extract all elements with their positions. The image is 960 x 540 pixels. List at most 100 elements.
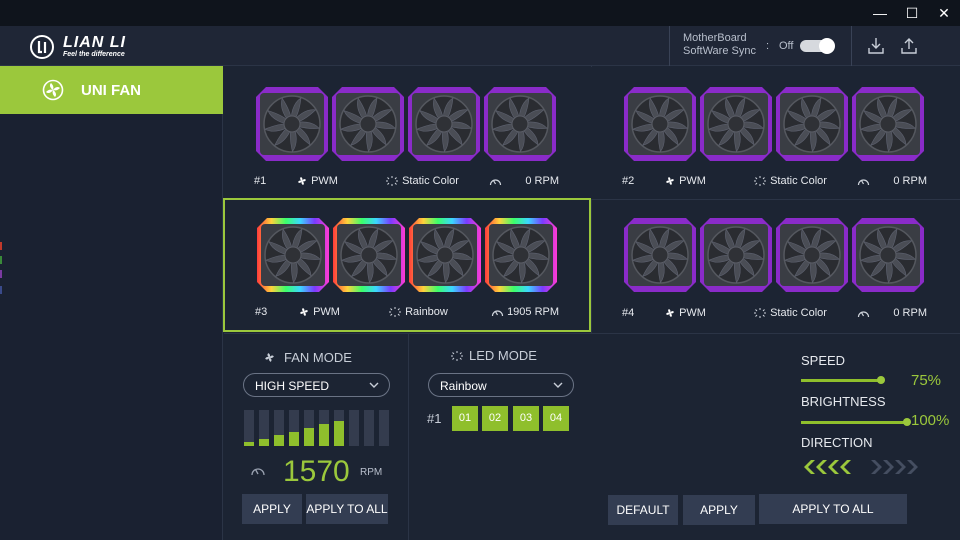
fan-curve-bar[interactable] bbox=[364, 410, 374, 446]
minimize-button[interactable]: — bbox=[870, 3, 890, 23]
led-mode-title-text: LED MODE bbox=[469, 348, 537, 363]
led-apply-all-button[interactable]: APPLY TO ALL bbox=[759, 494, 907, 524]
group-rpm bbox=[857, 307, 870, 319]
grid-divider bbox=[224, 333, 960, 334]
brightness-slider-handle[interactable] bbox=[903, 418, 911, 426]
fan-group-1[interactable]: #1 PWM Static Color 0 RPM bbox=[224, 67, 592, 199]
group-led-mode: Static Color bbox=[753, 307, 827, 319]
fan-unit bbox=[485, 218, 557, 292]
zone-button-04[interactable]: 04 bbox=[543, 406, 569, 431]
edge-mark bbox=[0, 286, 2, 294]
sidebar-item-uni-fan[interactable]: UNI FAN bbox=[0, 66, 223, 114]
fan-mode-dropdown[interactable]: HIGH SPEED bbox=[243, 373, 390, 397]
zone-button-01[interactable]: 01 bbox=[452, 406, 478, 431]
fan-group-3[interactable]: #3 PWM Rainbow 1905 RPM bbox=[223, 198, 591, 332]
speedometer-icon bbox=[251, 468, 265, 476]
fan-4 bbox=[850, 85, 926, 163]
fan-unit bbox=[409, 218, 481, 292]
fan-unit bbox=[776, 218, 848, 292]
fan-1 bbox=[255, 216, 331, 294]
brightness-slider-track[interactable] bbox=[801, 421, 907, 424]
fan-icon bbox=[42, 79, 64, 101]
fan-3 bbox=[406, 85, 482, 163]
fan-apply-button[interactable]: APPLY bbox=[242, 494, 302, 524]
group-fan-mode: PWM bbox=[664, 175, 706, 187]
led-mode-text: Static Color bbox=[770, 307, 827, 319]
led-apply-button[interactable]: APPLY bbox=[683, 495, 755, 525]
zone-button-03[interactable]: 03 bbox=[513, 406, 539, 431]
fan-unit bbox=[408, 87, 480, 161]
sync-colon: : bbox=[766, 40, 770, 52]
fan-group-2[interactable]: #2 PWM Static Color 0 RPM bbox=[592, 67, 960, 199]
fan-mode-text: PWM bbox=[679, 307, 706, 319]
direction-left-arrows-icon[interactable] bbox=[801, 459, 857, 475]
edge-mark bbox=[0, 270, 2, 278]
fan-unit bbox=[333, 218, 405, 292]
fan-1 bbox=[622, 216, 698, 294]
fan-curve-bars[interactable] bbox=[244, 410, 390, 446]
led-icon bbox=[754, 308, 766, 319]
brightness-value: 100% bbox=[911, 412, 950, 429]
fan-mode-icon bbox=[300, 308, 308, 317]
led-icon bbox=[386, 176, 398, 187]
app-header: LIAN LI Feel the difference MotherBoard … bbox=[0, 26, 960, 66]
led-default-button[interactable]: DEFAULT bbox=[608, 495, 678, 525]
fan-curve-bar-fill bbox=[274, 435, 284, 446]
fan-rpm-value: 1570 bbox=[283, 455, 350, 488]
fan-curve-bar-fill bbox=[304, 428, 314, 446]
group-fan-mode: PWM bbox=[298, 306, 340, 318]
sync-state-text: Off bbox=[779, 40, 794, 52]
lian-li-logo-icon bbox=[30, 35, 54, 59]
fan-mode-title: FAN MODE bbox=[263, 350, 352, 365]
fan-curve-bar[interactable] bbox=[349, 410, 359, 446]
speed-slider-handle[interactable] bbox=[877, 376, 885, 384]
fan-icon bbox=[265, 353, 274, 362]
fan-curve-bar[interactable] bbox=[379, 410, 389, 446]
edge-mark bbox=[0, 256, 2, 264]
led-icon bbox=[754, 176, 766, 187]
fan-unit bbox=[852, 218, 924, 292]
fan-unit bbox=[256, 87, 328, 161]
fan-curve-bar-fill bbox=[289, 432, 299, 446]
fan-mode-text: PWM bbox=[679, 175, 706, 187]
chevron-down-icon bbox=[553, 382, 563, 388]
group-led-mode: Rainbow bbox=[388, 306, 448, 318]
rpm-text: 0 RPM bbox=[525, 175, 559, 187]
fan-apply-all-button[interactable]: APPLY TO ALL bbox=[306, 494, 388, 524]
fan-3 bbox=[407, 216, 483, 294]
fan-3 bbox=[774, 85, 850, 163]
led-mode-text: Static Color bbox=[770, 175, 827, 187]
toggle-knob bbox=[819, 38, 835, 54]
sync-label-line1: MotherBoard bbox=[683, 32, 747, 44]
sidebar-item-label: UNI FAN bbox=[81, 82, 141, 99]
fan-array bbox=[622, 85, 928, 163]
motherboard-sync-toggle[interactable] bbox=[800, 38, 835, 54]
download-icon[interactable] bbox=[866, 36, 886, 56]
led-mode-dropdown[interactable]: Rainbow bbox=[428, 373, 574, 397]
fan-rpm-unit: RPM bbox=[360, 467, 383, 478]
close-button[interactable]: ✕ bbox=[934, 3, 954, 23]
fan-unit bbox=[624, 87, 696, 161]
direction-right-arrows-icon[interactable] bbox=[869, 459, 925, 475]
fan-array bbox=[254, 85, 560, 163]
group-rpm: 1905 RPM bbox=[491, 306, 559, 318]
led-mode-text: Rainbow bbox=[405, 306, 448, 318]
fan-unit bbox=[776, 87, 848, 161]
fan-1 bbox=[622, 85, 698, 163]
group-led-mode: Static Color bbox=[753, 175, 827, 187]
group-id: #2 bbox=[622, 175, 635, 187]
fan-4 bbox=[483, 216, 559, 294]
rpm-text: 0 RPM bbox=[893, 307, 927, 319]
upload-icon[interactable] bbox=[899, 36, 919, 56]
maximize-button[interactable]: ☐ bbox=[902, 3, 922, 23]
zone-button-02[interactable]: 02 bbox=[482, 406, 508, 431]
fan-curve-bar-fill bbox=[334, 421, 344, 446]
led-icon bbox=[389, 307, 401, 318]
group-fan-mode: PWM bbox=[296, 175, 338, 187]
rpm-text: 1905 RPM bbox=[507, 306, 560, 318]
fan-group-4[interactable]: #4 PWM Static Color 0 RPM bbox=[592, 200, 960, 333]
fan-curve-bar[interactable] bbox=[244, 410, 254, 446]
group-led-mode: Static Color bbox=[385, 175, 459, 187]
fan-mode-text: PWM bbox=[311, 175, 338, 187]
speed-slider-track[interactable] bbox=[801, 379, 881, 382]
